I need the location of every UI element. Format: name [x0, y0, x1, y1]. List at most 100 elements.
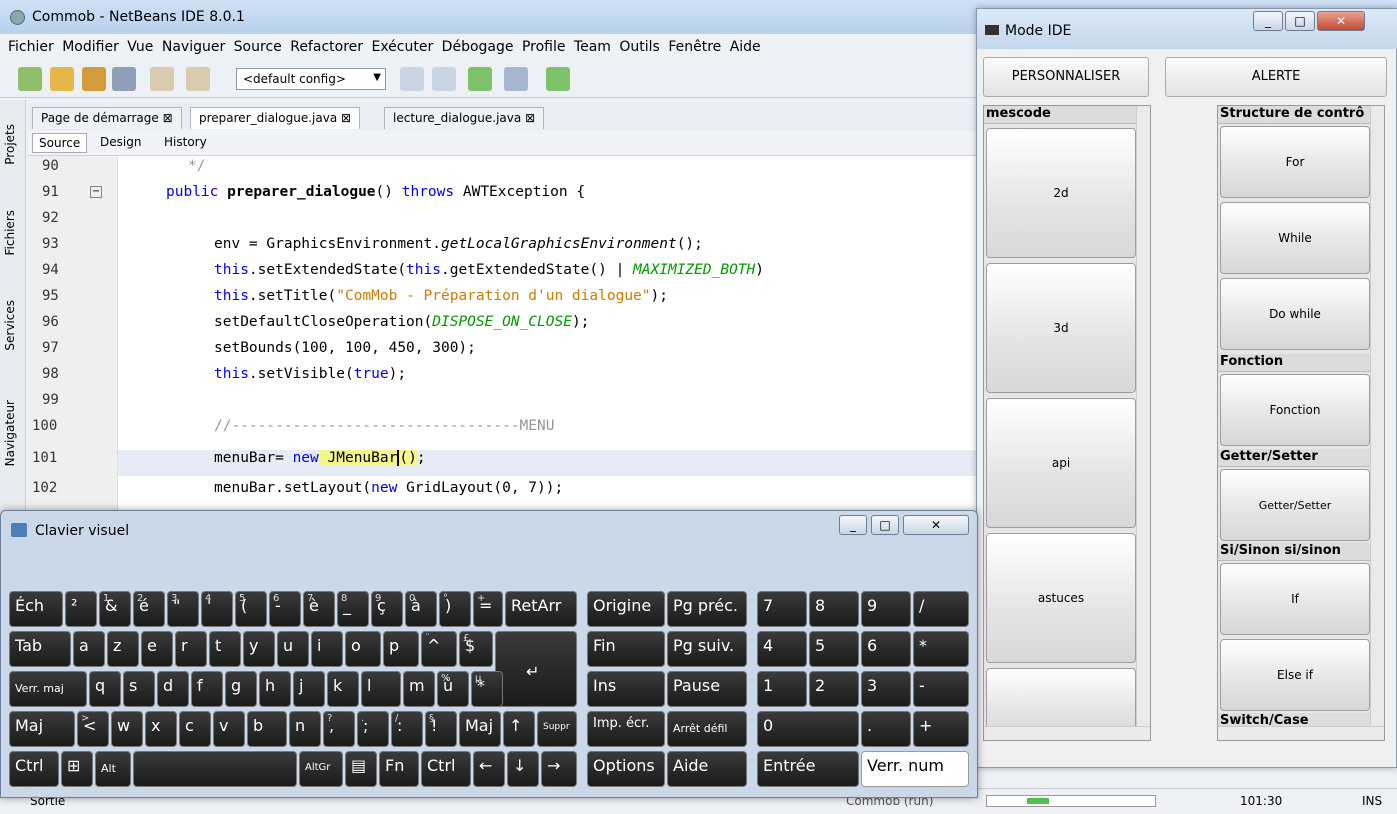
- key-home[interactable]: Origine: [587, 591, 665, 627]
- key-tab[interactable]: Tab: [9, 631, 71, 667]
- key-d[interactable]: d: [157, 671, 189, 707]
- menu-aide[interactable]: Aide: [730, 39, 761, 55]
- key-arrow-left[interactable]: ←: [473, 751, 505, 787]
- tab-fichiers[interactable]: Fichiers: [3, 210, 17, 255]
- menu-naviguer[interactable]: Naviguer: [162, 39, 225, 55]
- config-select[interactable]: <default config> ▼: [236, 68, 386, 90]
- key-v[interactable]: v: [213, 711, 245, 747]
- alerte-button[interactable]: ALERTE: [1165, 57, 1387, 97]
- key-enter-main[interactable]: ↵: [495, 631, 577, 707]
- close-button[interactable]: ✕: [903, 515, 969, 535]
- key-esc[interactable]: Éch: [9, 591, 63, 627]
- key-numdot[interactable]: .: [861, 711, 911, 747]
- key-help[interactable]: Aide: [667, 751, 747, 787]
- key-numadd[interactable]: +: [913, 711, 969, 747]
- open-project-icon[interactable]: [82, 67, 106, 91]
- key-pgup[interactable]: Pg préc.: [667, 591, 747, 627]
- profile-icon[interactable]: [546, 67, 570, 91]
- key-o[interactable]: o: [345, 631, 381, 667]
- key-num1[interactable]: 1: [757, 671, 807, 707]
- key-7[interactable]: 7è: [303, 591, 335, 627]
- maximize-button[interactable]: □: [871, 515, 899, 535]
- key-ctrl-left[interactable]: Ctrl: [9, 751, 59, 787]
- minimize-button[interactable]: _: [1253, 11, 1283, 31]
- code-item-2d[interactable]: 2d: [986, 128, 1136, 258]
- key-m[interactable]: m: [403, 671, 435, 707]
- code-item-api[interactable]: api: [986, 398, 1136, 528]
- new-file-icon[interactable]: [18, 67, 42, 91]
- key-less-than[interactable]: > <: [77, 711, 109, 747]
- menu-outils[interactable]: Outils: [619, 39, 659, 55]
- key-n[interactable]: n: [289, 711, 321, 747]
- key-shift-left[interactable]: Maj: [9, 711, 75, 747]
- personnaliser-button[interactable]: PERSONNALISER: [983, 57, 1149, 97]
- tab-lecture-dialogue[interactable]: lecture_dialogue.java ⊠: [384, 107, 545, 129]
- key-equals[interactable]: + =: [473, 591, 503, 627]
- key-c[interactable]: c: [179, 711, 211, 747]
- key-t[interactable]: t: [209, 631, 241, 667]
- snippet-getter-setter[interactable]: Getter/Setter: [1220, 469, 1370, 541]
- key-a[interactable]: a: [73, 631, 105, 667]
- key-semicolon[interactable]: .;: [357, 711, 389, 747]
- key-backspace[interactable]: RetArr: [505, 591, 577, 627]
- key-colon[interactable]: /:: [391, 711, 423, 747]
- key-h[interactable]: h: [259, 671, 291, 707]
- key-p[interactable]: p: [383, 631, 419, 667]
- key-2[interactable]: 2é: [133, 591, 165, 627]
- key-e[interactable]: e: [141, 631, 173, 667]
- key-end[interactable]: Fin: [587, 631, 665, 667]
- tab-preparer-dialogue[interactable]: preparer_dialogue.java ⊠: [190, 107, 361, 129]
- fold-icon[interactable]: −: [90, 186, 102, 198]
- menu-refactorer[interactable]: Refactorer: [290, 39, 363, 55]
- menu-executer[interactable]: Exécuter: [371, 39, 433, 55]
- code-item-3d[interactable]: 3d: [986, 263, 1136, 393]
- snippet-fonction[interactable]: Fonction: [1220, 374, 1370, 446]
- code-editor[interactable]: 90 91 92 93 94 95 96 97 98 99 100 101 10…: [28, 156, 980, 516]
- key-ctrl-right[interactable]: Ctrl: [421, 751, 471, 787]
- build-icon[interactable]: [400, 67, 424, 91]
- key-altgr[interactable]: AltGr: [299, 751, 343, 787]
- key-insert[interactable]: Ins: [587, 671, 665, 707]
- key-g[interactable]: g: [225, 671, 257, 707]
- key-8[interactable]: 8 _: [337, 591, 369, 627]
- key-printscreen[interactable]: Imp. écr.: [587, 711, 665, 747]
- close-button[interactable]: ✕: [1317, 11, 1365, 31]
- key-space[interactable]: [133, 751, 297, 787]
- vertical-scrollbar[interactable]: [1136, 106, 1150, 726]
- code-item-astuces[interactable]: astuces: [986, 533, 1136, 663]
- key-arrow-up[interactable]: ↑: [503, 711, 535, 747]
- menu-debogage[interactable]: Débogage: [442, 39, 514, 55]
- menu-team[interactable]: Team: [574, 39, 611, 55]
- clean-build-icon[interactable]: [432, 67, 456, 91]
- key-1[interactable]: 1 &: [99, 591, 131, 627]
- snippet-if[interactable]: If: [1220, 563, 1370, 635]
- key-num5[interactable]: 5: [809, 631, 859, 667]
- menu-profile[interactable]: Profile: [522, 39, 566, 55]
- key-b[interactable]: b: [247, 711, 287, 747]
- key-arrow-right[interactable]: →: [541, 751, 577, 787]
- close-icon[interactable]: ⊠: [163, 111, 173, 125]
- key-w[interactable]: w: [111, 711, 143, 747]
- key-menu[interactable]: ▤: [345, 751, 377, 787]
- debug-icon[interactable]: [504, 67, 528, 91]
- close-icon[interactable]: ⊠: [341, 111, 351, 125]
- key-numdiv[interactable]: /: [913, 591, 969, 627]
- tab-source[interactable]: Source: [32, 133, 88, 153]
- key-num7[interactable]: 7: [757, 591, 807, 627]
- key-asterisk[interactable]: µ *: [471, 671, 503, 707]
- key-num4[interactable]: 4: [757, 631, 807, 667]
- key-l[interactable]: l: [361, 671, 401, 707]
- key-dollar[interactable]: £ $: [459, 631, 493, 667]
- key-4[interactable]: 4 ': [201, 591, 233, 627]
- key-u-grave[interactable]: % ù: [437, 671, 469, 707]
- menu-vue[interactable]: Vue: [127, 39, 153, 55]
- menu-fichier[interactable]: Fichier: [8, 39, 54, 55]
- key-j[interactable]: j: [293, 671, 325, 707]
- maximize-button[interactable]: □: [1285, 11, 1315, 31]
- undo-icon[interactable]: [150, 67, 174, 91]
- key-y[interactable]: y: [243, 631, 275, 667]
- tab-navigateur[interactable]: Navigateur: [3, 400, 17, 466]
- horizontal-scrollbar[interactable]: [1218, 726, 1384, 740]
- key-num6[interactable]: 6: [861, 631, 911, 667]
- tab-projets[interactable]: Projets: [3, 124, 17, 165]
